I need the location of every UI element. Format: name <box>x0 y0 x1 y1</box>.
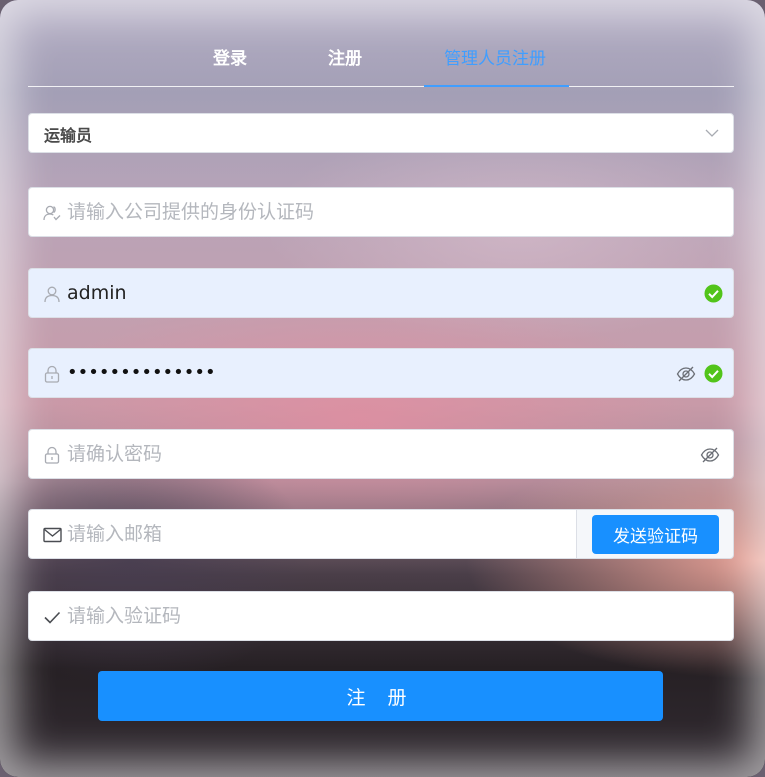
verify-code-placeholder: 请输入验证码 <box>67 605 182 627</box>
lock-icon <box>44 365 60 383</box>
check-icon <box>44 611 61 624</box>
email-field[interactable]: 请输入邮箱 <box>28 509 578 559</box>
password-field[interactable]: •••••••••••••• <box>28 348 734 398</box>
send-code-button[interactable]: 发送验证码 <box>592 515 719 554</box>
email-append: 发送验证码 <box>576 509 734 559</box>
eye-off-icon[interactable] <box>676 364 696 384</box>
auth-code-placeholder: 请输入公司提供的身份认证码 <box>67 201 315 223</box>
eye-off-icon[interactable] <box>700 445 720 465</box>
active-tab-indicator <box>424 85 569 87</box>
tab-register[interactable]: 注册 <box>328 46 362 72</box>
background: 登录 注册 管理人员注册 运输员 请输入公司提供的身份认证码 admin •••… <box>0 0 765 777</box>
confirm-password-placeholder: 请确认密码 <box>67 443 163 465</box>
register-submit-button[interactable]: 注 册 <box>98 671 663 721</box>
mail-icon <box>43 527 62 543</box>
username-value: admin <box>67 282 127 304</box>
success-check-icon <box>704 284 723 303</box>
success-check-icon <box>704 364 723 383</box>
email-group: 请输入邮箱 发送验证码 <box>28 509 734 559</box>
user-icon <box>44 286 60 303</box>
tab-admin-register[interactable]: 管理人员注册 <box>444 46 546 72</box>
username-field[interactable]: admin <box>28 268 734 318</box>
user-group-icon <box>43 205 61 221</box>
email-placeholder: 请输入邮箱 <box>67 523 163 545</box>
chevron-down-icon <box>705 129 719 137</box>
auth-code-field[interactable]: 请输入公司提供的身份认证码 <box>28 187 734 237</box>
confirm-password-field[interactable]: 请确认密码 <box>28 429 734 479</box>
tab-bar: 登录 注册 管理人员注册 <box>28 40 734 87</box>
tab-login[interactable]: 登录 <box>213 46 247 72</box>
lock-icon <box>44 446 60 464</box>
role-select-value: 运输员 <box>44 126 93 145</box>
role-select[interactable]: 运输员 <box>28 113 734 153</box>
verify-code-field[interactable]: 请输入验证码 <box>28 591 734 641</box>
password-value: •••••••••••••• <box>67 362 216 383</box>
